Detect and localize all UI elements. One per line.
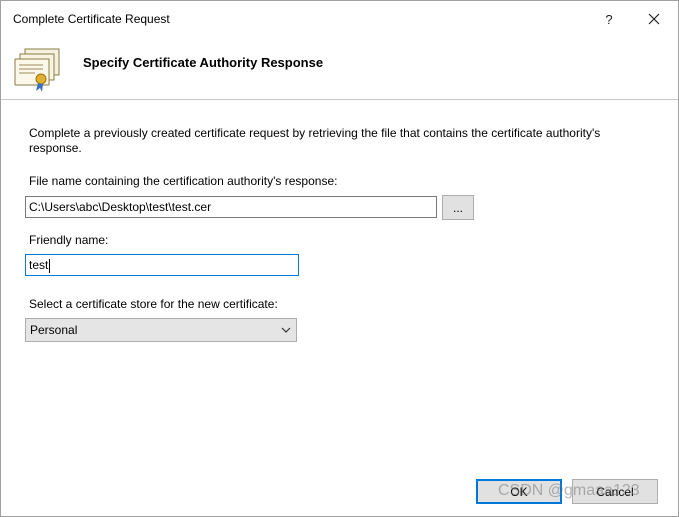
help-button[interactable]: ? [594,7,624,31]
friendly-name-value: test [29,258,49,272]
close-icon [648,13,660,25]
certificate-store-value: Personal [30,323,78,337]
text-caret [49,258,51,273]
ok-button-label: OK [510,484,528,499]
wizard-header: Specify Certificate Authority Response [1,37,678,100]
close-button[interactable] [639,7,669,31]
help-icon: ? [605,11,613,27]
page-title: Specify Certificate Authority Response [83,55,324,70]
window-title: Complete Certificate Request [13,12,170,26]
file-name-label: File name containing the certification a… [29,174,338,188]
certificate-icon [14,48,60,92]
wizard-content: Complete a previously created certificat… [1,100,678,516]
browse-button-label: ... [452,200,463,215]
certificate-store-select[interactable]: Personal [25,318,297,342]
title-bar: Complete Certificate Request ? [1,1,678,37]
dialog-window: Complete Certificate Request ? Specify C… [0,0,679,517]
browse-button[interactable]: ... [442,195,474,220]
cancel-button[interactable]: Cancel [572,479,658,504]
certificate-store-label: Select a certificate store for the new c… [29,297,278,311]
friendly-name-input[interactable]: test [25,254,299,276]
file-name-input[interactable]: C:\Users\abc\Desktop\test\test.cer [25,196,437,218]
friendly-name-label: Friendly name: [29,233,109,247]
chevron-down-icon [281,327,291,333]
ok-button[interactable]: OK [476,479,562,504]
cancel-button-label: Cancel [596,484,634,499]
description-text: Complete a previously created certificat… [29,126,601,155]
